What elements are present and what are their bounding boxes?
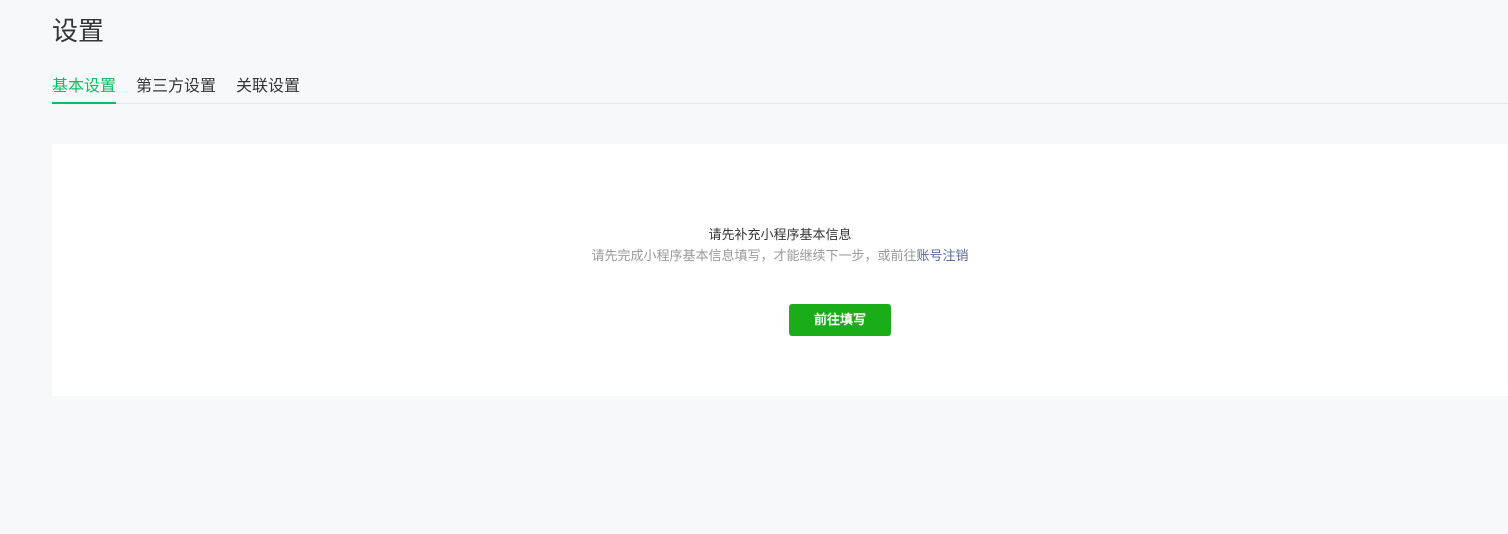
settings-tabs: 基本设置 第三方设置 关联设置 [52,72,1508,104]
settings-page: 设置 基本设置 第三方设置 关联设置 请先补充小程序基本信息 请先完成小程序基本… [0,0,1508,534]
tab-linked-settings[interactable]: 关联设置 [236,72,300,104]
notice-description: 请先完成小程序基本信息填写，才能继续下一步，或前往 [591,249,917,264]
go-fill-button[interactable]: 前往填写 [789,304,891,336]
content-panel: 请先补充小程序基本信息 请先完成小程序基本信息填写，才能继续下一步，或前往账号注… [52,144,1508,396]
tab-basic-settings[interactable]: 基本设置 [52,72,117,104]
page-title: 设置 [52,17,105,47]
notice-title: 请先补充小程序基本信息 [708,228,852,243]
account-cancel-link[interactable]: 账号注销 [917,249,969,264]
notice-description-line: 请先完成小程序基本信息填写，才能继续下一步，或前往账号注销 [52,248,1508,266]
tab-third-party-settings[interactable]: 第三方设置 [136,72,216,104]
